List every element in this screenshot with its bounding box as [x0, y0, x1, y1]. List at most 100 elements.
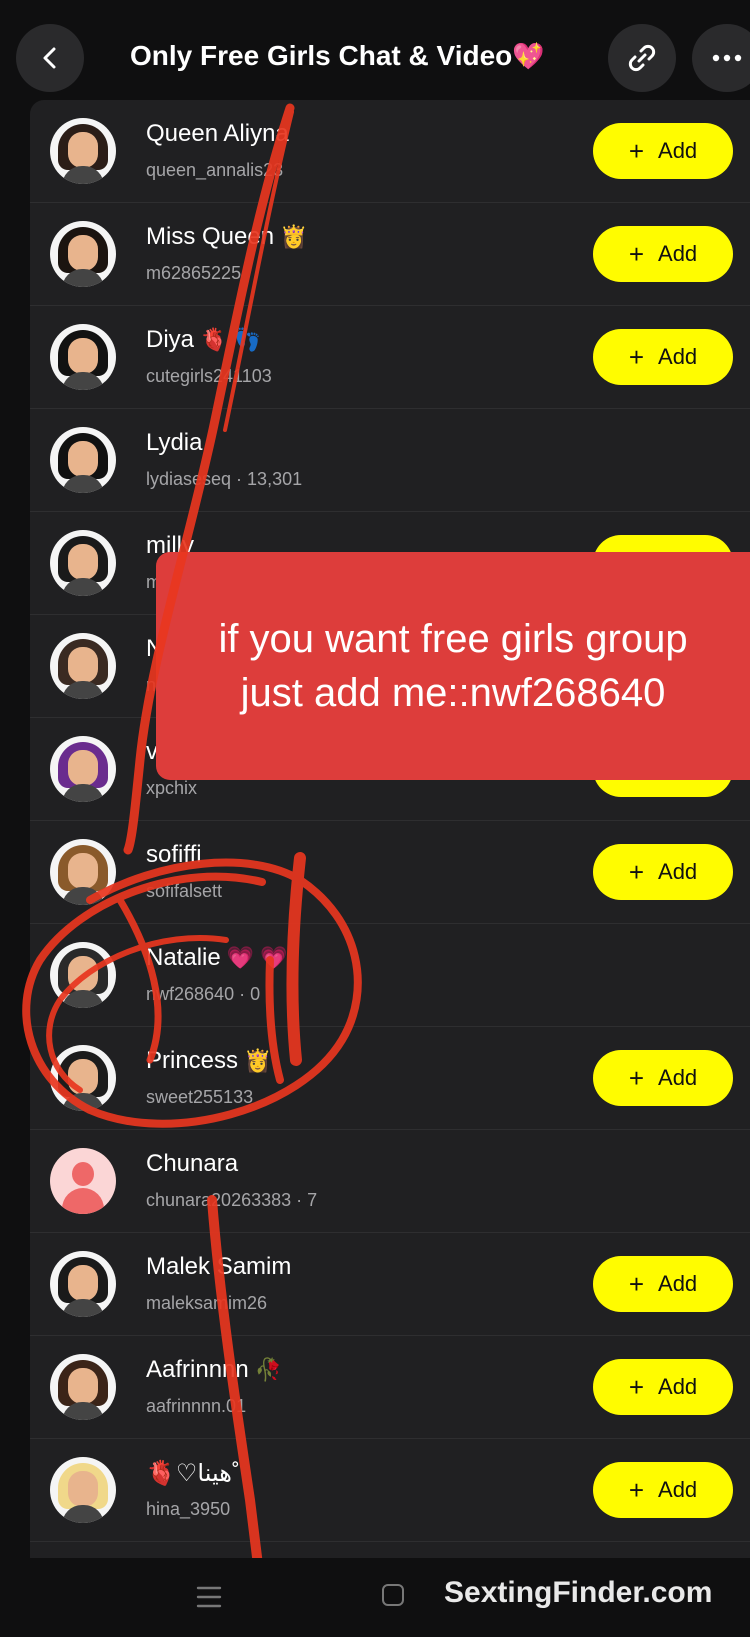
plus-icon: +	[628, 1372, 645, 1402]
member-name: Aafrinnnn 🥀	[146, 1356, 282, 1384]
add-friend-button[interactable]: + Add	[593, 1050, 733, 1106]
member-name-text: Princess	[146, 1047, 239, 1074]
avatar[interactable]	[50, 839, 116, 905]
title-emoji: 💖	[512, 41, 545, 71]
promo-overlay: if you want free girls group just add me…	[156, 552, 750, 780]
share-link-button[interactable]	[608, 24, 676, 92]
plus-icon: +	[628, 1475, 645, 1505]
member-name-text: 🫀♡هينا˚	[146, 1460, 240, 1487]
avatar[interactable]	[50, 633, 116, 699]
add-friend-button[interactable]: + Add	[593, 329, 733, 385]
avatar[interactable]	[50, 221, 116, 287]
member-row[interactable]: Diya 🫀 👣 cutegirls241103 + Add	[30, 306, 750, 409]
member-row[interactable]: Queen Aliyna queen_annalis23 + Add	[30, 100, 750, 203]
member-username: maleksamim26	[146, 1293, 268, 1313]
add-friend-button[interactable]: + Add	[593, 1359, 733, 1415]
recent-apps-icon[interactable]	[196, 1580, 222, 1614]
member-row[interactable]: Aafrinnnn 🥀 aafrinnnn.01 + Add	[30, 1336, 750, 1439]
member-emoji: 👸	[244, 1048, 272, 1073]
plus-icon: +	[628, 342, 645, 372]
member-username: aafrinnnn.01	[146, 1396, 247, 1416]
plus-icon: +	[628, 1269, 645, 1299]
member-name-text: sofiffi	[146, 841, 202, 868]
member-name-text: Chunara	[146, 1150, 239, 1177]
member-row[interactable]: Natalie 💗 💗 nwf268640 · 0	[30, 924, 750, 1027]
add-friend-button[interactable]: + Add	[593, 844, 733, 900]
member-name-text: Malek Samim	[146, 1253, 292, 1280]
avatar[interactable]	[50, 1457, 116, 1523]
page-title-text: Only Free Girls Chat & Video	[130, 40, 513, 71]
avatar[interactable]	[50, 1251, 116, 1317]
member-username: xpchix	[146, 778, 198, 798]
add-friend-button[interactable]: + Add	[593, 226, 733, 282]
member-emoji: 💗 💗	[226, 945, 288, 970]
header-bar: Only Free Girls Chat & Video💖	[0, 0, 750, 100]
member-emoji: 🥀	[254, 1357, 283, 1382]
member-username: lydiaseseq · 13,301	[146, 469, 303, 489]
avatar[interactable]	[50, 1045, 116, 1111]
member-name: Princess 👸	[146, 1047, 271, 1075]
add-friend-button[interactable]: + Add	[593, 123, 733, 179]
page-title: Only Free Girls Chat & Video💖	[130, 40, 545, 72]
promo-line-2: just add me::nwf268640	[240, 671, 666, 715]
member-username: queen_annalis23	[146, 160, 284, 180]
add-button-label: Add	[658, 241, 698, 266]
avatar[interactable]	[50, 118, 116, 184]
member-name: Natalie 💗 💗	[146, 944, 288, 972]
chevron-left-icon	[43, 47, 56, 69]
add-button-label: Add	[658, 1271, 698, 1296]
member-row[interactable]: Malek Samim maleksamim26 + Add	[30, 1233, 750, 1336]
promo-line-1: if you want free girls group	[218, 617, 688, 661]
avatar[interactable]	[50, 1354, 116, 1420]
member-username: sofifalsett	[146, 881, 223, 901]
member-name: Diya 🫀 👣	[146, 326, 261, 354]
member-name-text: Lydia	[146, 429, 203, 456]
member-username: nwf268640 · 0	[146, 984, 261, 1004]
add-button-label: Add	[658, 1477, 698, 1502]
member-name-text: Natalie	[146, 944, 221, 971]
member-row[interactable]: Miss Queen 👸 m62865225 + Add	[30, 203, 750, 306]
member-list[interactable]: Queen Aliyna queen_annalis23 + Add Miss Quee…	[30, 100, 750, 1558]
more-options-button[interactable]	[692, 24, 750, 92]
avatar[interactable]	[50, 530, 116, 596]
member-row[interactable]: 🫀♡هينا˚ hina_3950 + Add	[30, 1439, 750, 1542]
avatar[interactable]	[50, 736, 116, 802]
member-row[interactable]: Lydia lydiaseseq · 13,301	[30, 409, 750, 512]
member-name: Chunara	[146, 1150, 238, 1178]
member-emoji: 🫀 👣	[200, 327, 261, 352]
member-name-text: Miss Queen	[146, 223, 275, 250]
member-username: chunara20263383 · 7	[146, 1190, 318, 1210]
member-name: Lydia	[146, 429, 202, 457]
member-name-text: Diya	[146, 326, 195, 353]
member-name: Miss Queen 👸	[146, 223, 307, 251]
member-username: sweet255133	[146, 1087, 254, 1107]
system-nav-bar: SextingFinder.com	[0, 1558, 750, 1637]
add-button-label: Add	[658, 859, 698, 884]
add-friend-button[interactable]: + Add	[593, 1256, 733, 1312]
add-button-label: Add	[658, 1065, 698, 1090]
add-friend-button[interactable]: + Add	[593, 1462, 733, 1518]
member-username: hina_3950	[146, 1499, 231, 1519]
member-name-text: Queen Aliyna	[146, 120, 289, 147]
back-button[interactable]	[16, 24, 84, 92]
member-row[interactable]: sofiffi sofifalsett + Add	[30, 821, 750, 924]
avatar[interactable]	[50, 324, 116, 390]
plus-icon: +	[628, 136, 645, 166]
avatar[interactable]	[50, 942, 116, 1008]
watermark-text: SextingFinder.com	[444, 1576, 713, 1609]
member-username: m62865225	[146, 263, 242, 283]
member-name: Queen Aliyna	[146, 120, 289, 148]
member-row[interactable]: Princess 👸 sweet255133 + Add	[30, 1027, 750, 1130]
avatar[interactable]	[50, 427, 116, 493]
home-icon[interactable]	[382, 1584, 404, 1606]
add-button-label: Add	[658, 1374, 698, 1399]
add-button-label: Add	[658, 344, 698, 369]
member-emoji: 👸	[280, 224, 308, 249]
member-name: sofiffi	[146, 841, 202, 869]
member-username: n	[146, 675, 157, 695]
more-horizontal-icon	[712, 54, 742, 62]
default-avatar-icon[interactable]	[50, 1148, 116, 1214]
link-icon	[628, 44, 656, 72]
member-row[interactable]: Chunara chunara20263383 · 7	[30, 1130, 750, 1233]
member-name: 🫀♡هينا˚	[146, 1459, 240, 1488]
